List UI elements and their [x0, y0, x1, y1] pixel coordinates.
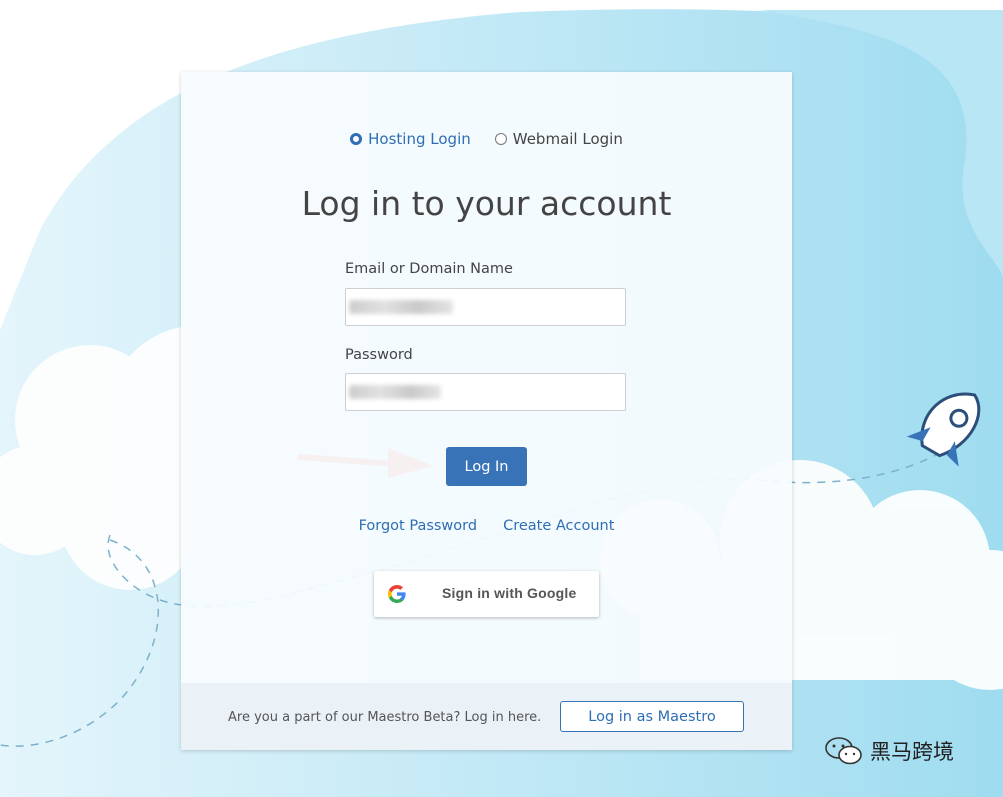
email-redaction — [349, 300, 453, 314]
google-icon — [388, 585, 406, 603]
maestro-login-button[interactable]: Log in as Maestro — [560, 701, 744, 732]
create-account-link[interactable]: Create Account — [503, 518, 614, 534]
account-links: Forgot Password Create Account — [181, 518, 792, 534]
radio-hosting-login[interactable]: Hosting Login — [350, 130, 471, 148]
maestro-question: Are you a part of our Maestro Beta? Log … — [228, 710, 542, 725]
forgot-password-link[interactable]: Forgot Password — [359, 518, 478, 534]
radio-hosting-login-label: Hosting Login — [368, 130, 471, 148]
password-label: Password — [345, 347, 413, 363]
google-signin-label: Sign in with Google — [442, 585, 577, 601]
watermark-text: 黑马跨境 — [870, 740, 954, 764]
password-redaction — [349, 385, 441, 399]
radio-webmail-login[interactable]: Webmail Login — [494, 130, 623, 148]
radio-dot-icon — [350, 133, 363, 145]
wechat-icon — [825, 737, 862, 765]
login-button[interactable]: Log In — [446, 447, 527, 486]
page-title: Log in to your account — [301, 184, 672, 223]
radio-dot-icon — [494, 133, 507, 145]
watermark: 黑马跨境 — [824, 736, 954, 766]
login-type-selector: Hosting Login Webmail Login — [181, 130, 792, 148]
google-signin-button[interactable]: Sign in with Google — [374, 571, 599, 617]
radio-webmail-login-label: Webmail Login — [512, 130, 623, 148]
login-card: Hosting Login Webmail Login Log in to yo… — [181, 72, 792, 750]
maestro-footer: Are you a part of our Maestro Beta? Log … — [181, 683, 792, 750]
email-label: Email or Domain Name — [345, 261, 513, 277]
